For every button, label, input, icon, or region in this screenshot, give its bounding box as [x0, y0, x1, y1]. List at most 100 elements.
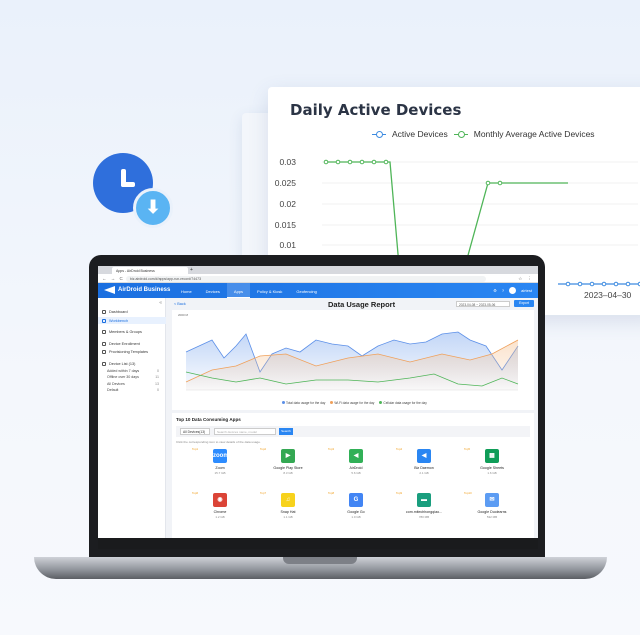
page-title: Data Usage Report: [328, 300, 396, 309]
nav-policy-kiosk[interactable]: Policy & Kiosk: [250, 283, 289, 298]
export-button[interactable]: Export: [514, 300, 534, 307]
app-icon[interactable]: ▶: [281, 449, 295, 463]
sidebar-count: 13: [155, 382, 159, 386]
usage-chart-legend: Total data usage for the day Wi-Fi data …: [282, 401, 427, 405]
members-icon: [102, 330, 106, 334]
browser-tab[interactable]: Apps - AirDroid Business: [112, 267, 188, 274]
sidebar-count: 11: [155, 375, 159, 379]
app-rank-badge: Top3: [328, 447, 335, 451]
app-rank-badge: Top10: [464, 491, 472, 495]
app-name: Google Sheets: [480, 466, 504, 470]
app-card[interactable]: Top5 ▦ Google Sheets 1.6 GB: [464, 447, 526, 487]
nav-devices[interactable]: Devices: [199, 283, 227, 298]
browser-extensions[interactable]: ☆ ⋮: [518, 276, 534, 282]
app-card[interactable]: Top2 ▶ Google Play Store 8.3 GB: [260, 447, 322, 487]
filter-row: All Devices(13) Search devices name, mod…: [176, 426, 530, 437]
address-bar: ← → C ⌂ biz.airdroid.com/#/apps/app-run-…: [98, 274, 538, 283]
brand-logo[interactable]: AirDroid Business: [104, 286, 170, 294]
user-name[interactable]: airtest: [521, 288, 532, 293]
brand-name: AirDroid Business: [118, 287, 171, 293]
data-usage-chart: 2000 M Total data usage for the day Wi-F…: [172, 310, 534, 410]
app-icon[interactable]: ♫: [281, 493, 295, 507]
top-nav: Home Devices Apps Policy & Kiosk Geofenc…: [174, 283, 324, 298]
app-card[interactable]: Top6 ◉ Chrome 1.2 GB: [192, 491, 254, 531]
app-icon[interactable]: ▬: [417, 493, 431, 507]
browser-tab-bar: Apps - AirDroid Business +: [98, 266, 538, 274]
new-tab-button[interactable]: +: [190, 267, 193, 273]
legend-wifi: Wi-Fi data usage for the day: [330, 401, 374, 405]
sidebar-item-enrollment[interactable]: Device Enrollment: [102, 342, 140, 346]
app-icon[interactable]: ▦: [485, 449, 499, 463]
settings-icon[interactable]: ⚙: [493, 288, 497, 293]
section-title: Top 10 Data Consuming Apps: [176, 417, 241, 422]
app-rank-badge: Top9: [396, 491, 403, 495]
app-icon[interactable]: ✉: [485, 493, 499, 507]
app-icon[interactable]: G: [349, 493, 363, 507]
app-size: 1.0 GB: [351, 515, 361, 519]
app-size: 532 MB: [486, 515, 498, 519]
app-name: com.mitechhongqiao...: [405, 510, 443, 514]
app-size: 2.1 GB: [419, 471, 429, 475]
laptop-screen: Apps - AirDroid Business + ← → C ⌂ biz.a…: [98, 266, 538, 549]
sidebar-item-templates[interactable]: Provisioning Templates: [102, 350, 148, 354]
app-card[interactable]: Top1 zoom Zoom 15.7 GB: [192, 447, 254, 487]
top-apps-panel: Top 10 Data Consuming Apps All Devices(1…: [172, 413, 534, 549]
workbench-icon: [102, 318, 106, 323]
url-field[interactable]: biz.airdroid.com/#/apps/app-run-record/7…: [126, 275, 486, 282]
sidebar-sub-added[interactable]: Added within 7 days: [107, 369, 139, 373]
x-date-label: 2023–04–30: [584, 290, 632, 300]
sidebar-item-dashboard[interactable]: Dashboard: [102, 310, 128, 314]
app-card[interactable]: Top9 ▬ com.mitechhongqiao... 780 MB: [396, 491, 458, 531]
app-name: Google Play Store: [273, 466, 303, 470]
nav-home[interactable]: Home: [174, 283, 199, 298]
sidebar-item-workbench[interactable]: Workbench: [98, 317, 166, 324]
templates-icon: [102, 350, 106, 354]
device-group-select[interactable]: All Devices(13): [180, 428, 210, 435]
app-card[interactable]: Top7 ♫ Snap Hat 1.1 GB: [260, 491, 322, 531]
app-name: Zoom: [215, 466, 225, 470]
app-name: Biz Daemon: [414, 466, 434, 470]
avatar[interactable]: [509, 287, 517, 294]
app-size: 15.7 GB: [214, 471, 226, 475]
app-size: 780 MB: [418, 515, 430, 519]
sidebar-sub-all[interactable]: All Devices: [107, 382, 125, 386]
app-name: AirDroid: [349, 466, 363, 470]
hint-text: Click the corresponding icon to view det…: [176, 440, 261, 444]
app-size: 1.1 GB: [283, 515, 293, 519]
legend-cellular: Cellular data usage for the day: [379, 401, 427, 405]
app-card[interactable]: Top8 G Google Go 1.0 GB: [328, 491, 390, 531]
help-icon[interactable]: ?: [502, 288, 504, 293]
app-name: Google Duolearns: [477, 510, 507, 514]
app-rank-badge: Top1: [192, 447, 199, 451]
app-card[interactable]: Top10 ✉ Google Duolearns 532 MB: [464, 491, 526, 531]
app-rank-badge: Top2: [260, 447, 267, 451]
legend-total: Total data usage for the day: [282, 401, 325, 405]
app-card[interactable]: Top4 ◀ Biz Daemon 2.1 GB: [396, 447, 458, 487]
back-link[interactable]: < Back: [174, 302, 186, 306]
sidebar-count: 0: [157, 388, 159, 392]
app-icon[interactable]: zoom: [213, 449, 229, 463]
usage-chart-svg: [185, 331, 519, 391]
search-input[interactable]: Search devices name, model: [214, 428, 276, 435]
sidebar-item-device-list[interactable]: Device List (13): [102, 362, 135, 366]
sidebar-item-members[interactable]: Members & Groups: [102, 330, 142, 334]
nav-geofencing[interactable]: Geofencing: [289, 283, 323, 298]
main-content: < Back Data Usage Report 2023-04-08 ~ 20…: [168, 298, 538, 549]
nav-apps[interactable]: Apps: [226, 283, 251, 298]
app-icon[interactable]: ◀: [417, 449, 431, 463]
enrollment-icon: [102, 342, 106, 346]
app-card[interactable]: Top3 ◀ AirDroid 5.6 GB: [328, 447, 390, 487]
search-button[interactable]: Search: [279, 428, 293, 435]
app-name: Snap Hat: [280, 510, 296, 514]
app-icon[interactable]: ◀: [349, 449, 363, 463]
airdroid-logo-icon: [104, 286, 115, 294]
app-rank-badge: Top6: [192, 491, 199, 495]
sidebar-sub-offline[interactable]: Offline over 30 days: [107, 375, 139, 379]
app-size: 5.6 GB: [351, 471, 361, 475]
sidebar: « Dashboard Workbench Members & Groups D…: [98, 298, 166, 549]
sidebar-sub-default[interactable]: Default: [107, 388, 118, 392]
app-icon[interactable]: ◉: [213, 493, 227, 507]
collapse-sidebar-icon[interactable]: «: [159, 300, 162, 306]
app-size: 1.6 GB: [487, 471, 497, 475]
date-range-picker[interactable]: 2023-04-08 ~ 2023-05-06: [456, 300, 510, 307]
